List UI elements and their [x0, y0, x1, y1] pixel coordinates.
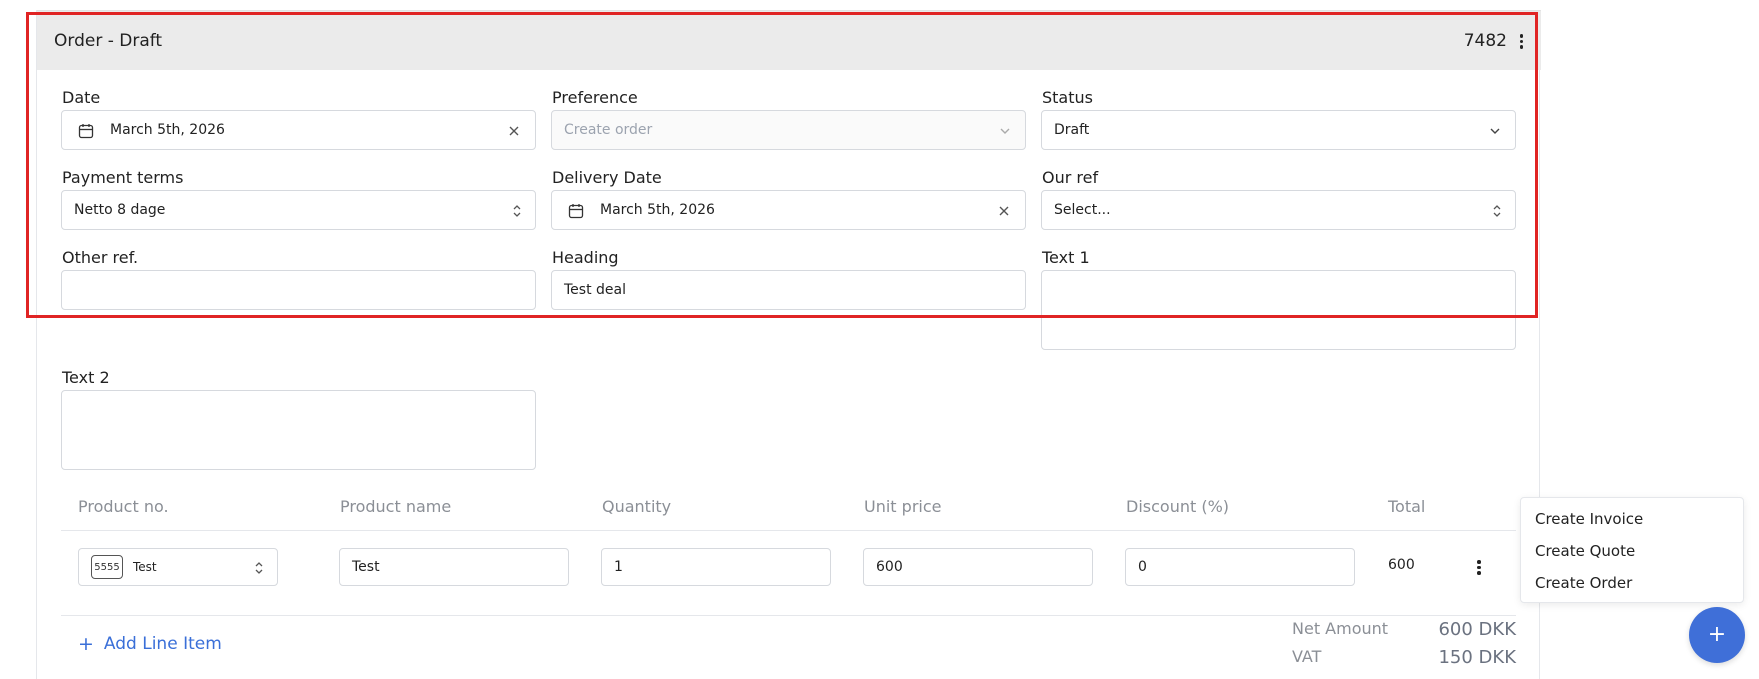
col-total: Total	[1388, 497, 1426, 516]
other-ref-label: Other ref.	[62, 248, 139, 267]
menu-create-order[interactable]: Create Order	[1535, 574, 1632, 592]
heading-value: Test deal	[564, 282, 626, 298]
heading-input[interactable]: Test deal	[551, 270, 1026, 310]
preference-label: Preference	[552, 88, 638, 107]
chevron-down-icon	[1000, 128, 1010, 134]
add-fab-button[interactable]: +	[1689, 607, 1745, 663]
net-amount-value: 600 DKK	[1438, 619, 1516, 640]
updown-icon	[513, 205, 521, 217]
preference-placeholder: Create order	[564, 122, 653, 138]
menu-create-quote[interactable]: Create Quote	[1535, 542, 1635, 560]
order-number: 7482	[1463, 31, 1507, 51]
our-ref-placeholder: Select...	[1054, 202, 1111, 218]
payment-terms-label: Payment terms	[62, 168, 184, 187]
close-icon[interactable]	[997, 204, 1011, 218]
text2-label: Text 2	[62, 368, 110, 387]
unit-price-input[interactable]: 600	[863, 548, 1093, 586]
close-icon[interactable]	[507, 124, 521, 138]
add-line-item-button[interactable]: + Add Line Item	[78, 634, 222, 654]
other-ref-input[interactable]	[61, 270, 536, 310]
col-quantity: Quantity	[602, 497, 672, 516]
create-menu: Create Invoice Create Quote Create Order	[1520, 497, 1744, 603]
our-ref-label: Our ref	[1042, 168, 1099, 187]
payment-terms-select[interactable]: Netto 8 dage	[61, 190, 536, 230]
col-product-name: Product name	[340, 497, 452, 516]
row-divider	[61, 615, 1516, 616]
vat-label: VAT	[1292, 647, 1322, 666]
quantity-input[interactable]: 1	[601, 548, 831, 586]
heading-label: Heading	[552, 248, 619, 267]
product-number-badge: 5555	[91, 555, 123, 579]
updown-icon	[255, 562, 263, 574]
updown-icon	[1493, 205, 1501, 217]
col-unit-price: Unit price	[864, 497, 942, 516]
col-discount: Discount (%)	[1126, 497, 1230, 516]
net-amount-label: Net Amount	[1292, 619, 1389, 638]
header-divider	[61, 530, 1516, 531]
menu-create-invoice[interactable]: Create Invoice	[1535, 510, 1643, 528]
add-line-item-label: Add Line Item	[103, 634, 222, 654]
card-header: Order - Draft 7482	[37, 10, 1541, 70]
product-select[interactable]: 5555 Test	[78, 548, 278, 586]
text1-label: Text 1	[1042, 248, 1090, 267]
row-total: 600	[1388, 557, 1415, 573]
plus-icon: +	[1707, 622, 1727, 647]
discount-input[interactable]: 0	[1125, 548, 1355, 586]
status-label: Status	[1042, 88, 1093, 107]
text2-textarea[interactable]	[61, 390, 536, 470]
header-more-icon[interactable]	[1519, 34, 1523, 49]
delivery-date-label: Delivery Date	[552, 168, 662, 187]
text1-textarea[interactable]	[1041, 270, 1516, 350]
date-picker[interactable]: March 5th, 2026	[61, 110, 536, 150]
plus-icon: +	[78, 632, 94, 655]
our-ref-select[interactable]: Select...	[1041, 190, 1516, 230]
page-title: Order - Draft	[54, 31, 163, 51]
payment-terms-value: Netto 8 dage	[74, 202, 166, 218]
row-more-icon[interactable]	[1477, 560, 1481, 575]
calendar-icon	[78, 124, 94, 139]
vat-value: 150 DKK	[1438, 647, 1516, 668]
product-select-label: Test	[133, 560, 157, 574]
status-value: Draft	[1054, 122, 1090, 138]
product-name-input[interactable]: Test	[339, 548, 569, 586]
chevron-down-icon	[1490, 128, 1500, 134]
preference-select[interactable]: Create order	[551, 110, 1026, 150]
status-select[interactable]: Draft	[1041, 110, 1516, 150]
delivery-date-picker[interactable]: March 5th, 2026	[551, 190, 1026, 230]
col-product-no: Product no.	[78, 497, 169, 516]
calendar-icon	[568, 204, 584, 219]
date-label: Date	[62, 88, 101, 107]
